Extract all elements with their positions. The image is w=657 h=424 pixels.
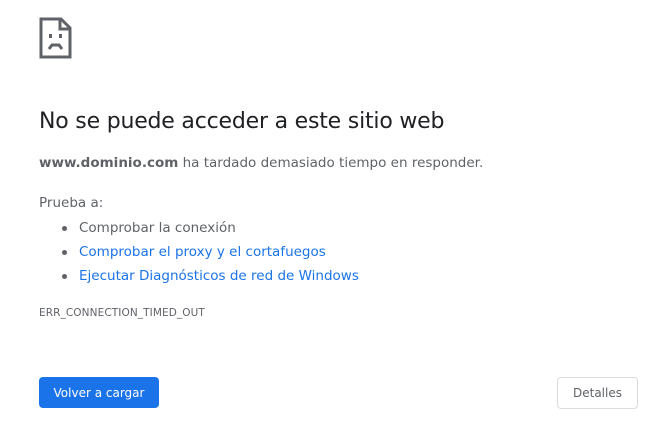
bullet-icon	[62, 250, 67, 255]
error-summary: www.dominio.com ha tardado demasiado tie…	[39, 155, 483, 171]
bullet-icon	[62, 226, 67, 231]
suggestion-check-connection: Comprobar la conexión	[39, 218, 359, 242]
check-proxy-firewall-link[interactable]: Comprobar el proxy y el cortafuegos	[79, 244, 326, 260]
suggestion-run-diagnostics: Ejecutar Diagnósticos de red de Windows	[39, 266, 359, 290]
suggestions-list: Comprobar la conexión Comprobar el proxy…	[39, 218, 359, 290]
run-network-diagnostics-link[interactable]: Ejecutar Diagnósticos de red de Windows	[79, 268, 359, 284]
details-button[interactable]: Detalles	[557, 377, 638, 409]
suggestions-label: Prueba a:	[39, 195, 104, 211]
suggestion-text: Comprobar la conexión	[79, 220, 236, 236]
suggestion-check-proxy-firewall: Comprobar el proxy y el cortafuegos	[39, 242, 359, 266]
sad-page-icon	[39, 17, 72, 59]
summary-text: ha tardado demasiado tiempo en responder…	[178, 155, 484, 171]
error-code: ERR_CONNECTION_TIMED_OUT	[39, 307, 205, 319]
reload-button[interactable]: Volver a cargar	[39, 377, 159, 408]
error-page: No se puede acceder a este sitio web www…	[0, 0, 657, 424]
site-domain: www.dominio.com	[39, 155, 179, 171]
bullet-icon	[62, 274, 67, 279]
page-title: No se puede acceder a este sitio web	[39, 109, 445, 134]
